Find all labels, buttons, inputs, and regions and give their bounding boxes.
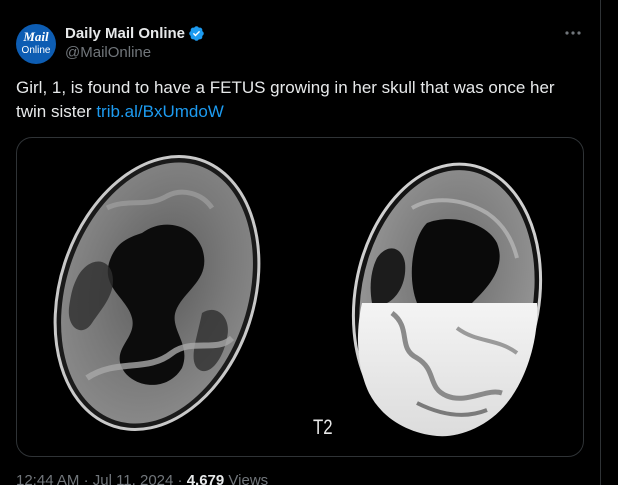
views-label: Views [228, 472, 269, 485]
meta-separator: · [83, 472, 89, 485]
tweet-media-image[interactable]: T2 [16, 137, 584, 457]
tweet: Mail Online Daily Mail Online @MailOnlin… [0, 0, 600, 485]
avatar-logo-line1: Mail [23, 29, 49, 44]
tweet-page: Mail Online Daily Mail Online @MailOnlin… [0, 0, 618, 485]
more-options-icon[interactable] [562, 24, 584, 42]
tweet-link[interactable]: trib.al/BxUmdoW [96, 102, 224, 121]
author-display-name[interactable]: Daily Mail Online [65, 25, 185, 42]
tweet-time[interactable]: 12:44 AM [16, 472, 79, 485]
avatar[interactable]: Mail Online [16, 24, 56, 64]
scan-label: T2 [313, 416, 333, 439]
meta-separator-2: · [177, 472, 183, 485]
verified-badge-icon [189, 26, 204, 41]
right-brain-scan [351, 162, 543, 437]
views-count: 4,679 [186, 472, 225, 485]
avatar-logo-line2: Online [21, 45, 51, 56]
left-brain-scan [53, 155, 261, 431]
tweet-meta: 12:44 AM · Jul 11, 2024 · 4,679 Views [16, 472, 268, 485]
column-divider [600, 0, 601, 485]
tweet-text: Girl, 1, is found to have a FETUS growin… [16, 76, 584, 124]
tweet-date[interactable]: Jul 11, 2024 [93, 472, 174, 485]
mri-scan-image [53, 155, 543, 437]
author-handle[interactable]: @MailOnline [65, 44, 151, 61]
author-name-row: Daily Mail Online [65, 24, 205, 43]
